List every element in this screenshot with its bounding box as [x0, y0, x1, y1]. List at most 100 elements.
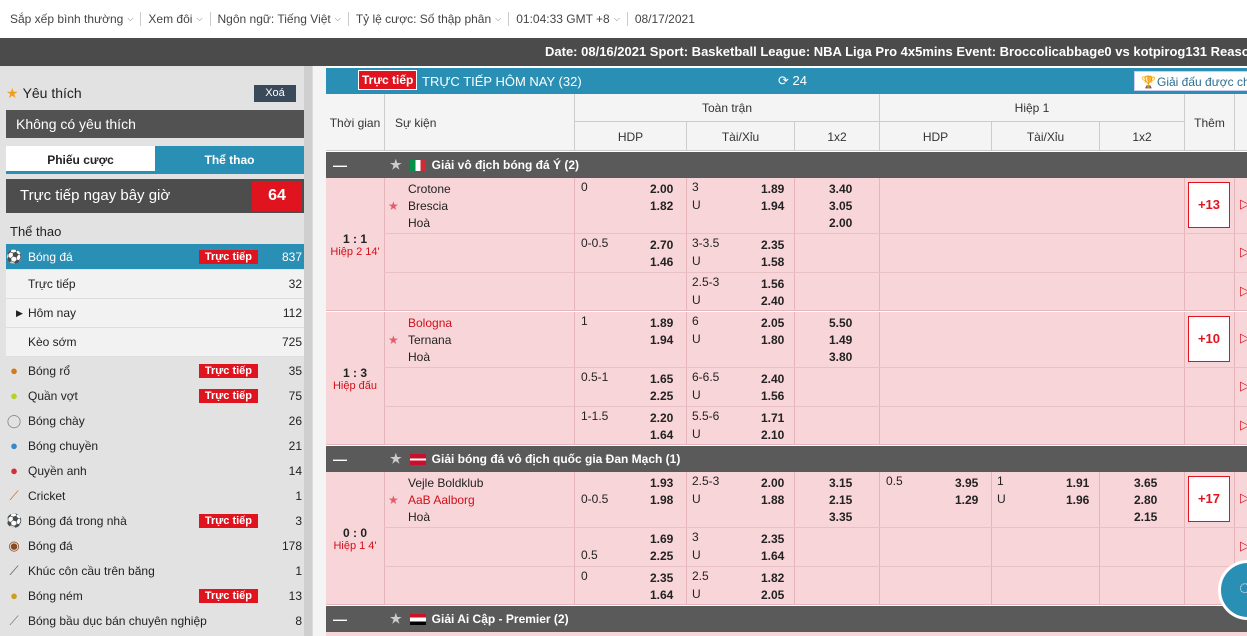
star-icon[interactable]: ★: [390, 611, 402, 627]
odds-cell[interactable]: 2.35: [650, 571, 673, 585]
odds-cell[interactable]: 2.35: [761, 238, 784, 252]
sidebar-item-rugby[interactable]: ⟋ Bóng bầu dục bán chuyên nghiệp 8: [6, 608, 304, 633]
odds-cell[interactable]: 2.15: [1134, 510, 1157, 524]
play-icon[interactable]: ▷: [1240, 244, 1247, 260]
more-markets-button[interactable]: +17: [1188, 476, 1230, 522]
odds-cell[interactable]: 1.80: [761, 333, 784, 347]
time-dropdown[interactable]: 01:04:33 GMT +8 ⌵: [509, 12, 628, 26]
odds-cell[interactable]: 3.15: [829, 476, 852, 490]
play-icon[interactable]: ▷: [1240, 417, 1247, 433]
sidebar-scrollbar[interactable]: [304, 66, 312, 636]
odds-cell[interactable]: 2.20: [650, 411, 673, 425]
collapse-icon[interactable]: —: [326, 451, 354, 467]
play-icon[interactable]: ▷: [1240, 490, 1247, 506]
odds-cell[interactable]: 1.94: [650, 333, 673, 347]
sidebar-item-futsal[interactable]: ⚽ Bóng đá trong nhà Trực tiếp 3: [6, 508, 304, 533]
play-icon[interactable]: ▷: [1240, 196, 1247, 212]
odds-cell[interactable]: 3.35: [829, 510, 852, 524]
sidebar-item-tennis[interactable]: ● Quần vợt Trực tiếp 75: [6, 383, 304, 408]
odds-cell[interactable]: 1.93: [650, 476, 673, 490]
odds-cell[interactable]: 3.80: [829, 350, 852, 364]
odds-cell[interactable]: 2.35: [761, 532, 784, 546]
sort-dropdown[interactable]: Sắp xếp bình thường ⌵: [10, 12, 142, 26]
odds-cell[interactable]: 2.25: [650, 549, 673, 563]
sidebar-item-volleyball[interactable]: ● Bóng chuyền 21: [6, 433, 304, 458]
odds-cell[interactable]: 2.05: [761, 588, 784, 602]
league-header[interactable]: — ★ Giải Ai Cập - Premier (2): [326, 606, 1247, 632]
odds-cell[interactable]: 1.46: [650, 255, 673, 269]
odds-cell[interactable]: 1.91: [1066, 476, 1089, 490]
play-icon[interactable]: ▷: [1240, 538, 1247, 554]
odds-cell[interactable]: 1.96: [1066, 493, 1089, 507]
star-icon[interactable]: ★: [390, 451, 402, 467]
odds-cell[interactable]: 2.05: [761, 316, 784, 330]
odds-cell[interactable]: 1.82: [650, 199, 673, 213]
away-team[interactable]: Brescia: [408, 199, 448, 213]
sidebar-subitem-live[interactable]: Trực tiếp 32: [6, 270, 304, 299]
league-header[interactable]: — ★ Giải bóng đá vô địch quốc gia Đan Mạ…: [326, 446, 1247, 472]
odds-cell[interactable]: 1.98: [650, 493, 673, 507]
odds-cell[interactable]: 3.05: [829, 199, 852, 213]
odds-cell[interactable]: 1.65: [650, 372, 673, 386]
sidebar-item-boxing[interactable]: ● Quyền anh 14: [6, 458, 304, 483]
sidebar-subitem-early[interactable]: Kèo sớm 725: [6, 328, 304, 357]
favorite-star-icon[interactable]: ★: [388, 199, 399, 213]
sidebar-item-american-football[interactable]: ◉ Bóng đá 178: [6, 533, 304, 558]
home-team[interactable]: Vejle Boldklub: [408, 476, 483, 490]
odds-cell[interactable]: 1.88: [761, 493, 784, 507]
sidebar-item-handball[interactable]: ● Bóng ném Trực tiếp 13: [6, 583, 304, 608]
view-dropdown[interactable]: Xem đôi ⌵: [141, 12, 211, 26]
home-team[interactable]: Bologna: [408, 316, 452, 330]
odds-cell[interactable]: 1.49: [829, 333, 852, 347]
odds-cell[interactable]: 1.29: [955, 493, 978, 507]
odds-cell[interactable]: 1.58: [761, 255, 784, 269]
odds-cell[interactable]: 2.70: [650, 238, 673, 252]
odds-cell[interactable]: 1.64: [650, 588, 673, 602]
odds-cell[interactable]: 2.00: [650, 182, 673, 196]
refresh-button[interactable]: ⟳ 24: [778, 73, 807, 89]
collapse-icon[interactable]: —: [326, 611, 354, 627]
clear-favorites-button[interactable]: Xoá: [254, 85, 296, 102]
odds-cell[interactable]: 3.65: [1134, 476, 1157, 490]
live-now-button[interactable]: Trực tiếp ngay bây giờ 64: [6, 179, 304, 213]
odds-cell[interactable]: 1.89: [650, 316, 673, 330]
sidebar-item-ice-hockey[interactable]: ⟋ Khúc côn cầu trên băng 1: [6, 558, 304, 583]
odds-cell[interactable]: 3.40: [829, 182, 852, 196]
away-team[interactable]: Ternana: [408, 333, 451, 347]
play-icon[interactable]: ▷: [1240, 283, 1247, 299]
play-icon[interactable]: ▷: [1240, 330, 1247, 346]
more-markets-button[interactable]: +10: [1188, 316, 1230, 362]
odds-cell[interactable]: 2.40: [761, 294, 784, 308]
odds-cell[interactable]: 2.25: [650, 389, 673, 403]
sidebar-item-baseball[interactable]: ◯ Bóng chày 26: [6, 408, 304, 433]
odds-cell[interactable]: 1.56: [761, 389, 784, 403]
sidebar-item-basketball[interactable]: ● Bóng rổ Trực tiếp 35: [6, 358, 304, 383]
more-markets-button[interactable]: +13: [1188, 182, 1230, 228]
odds-cell[interactable]: 2.80: [1134, 493, 1157, 507]
sidebar-subitem-today[interactable]: ▶ Hôm nay 112: [6, 299, 304, 328]
odds-cell[interactable]: 1.69: [650, 532, 673, 546]
odds-cell[interactable]: 2.00: [829, 216, 852, 230]
play-icon[interactable]: ▷: [1240, 378, 1247, 394]
favorite-star-icon[interactable]: ★: [388, 493, 399, 507]
collapse-icon[interactable]: —: [326, 157, 354, 173]
tab-sports[interactable]: Thể thao: [155, 146, 304, 174]
selected-leagues-button[interactable]: 🏆 Giải đấu được chọ: [1134, 71, 1247, 91]
odds-cell[interactable]: 2.40: [761, 372, 784, 386]
sidebar-item-soccer[interactable]: ⚽ Bóng đá Trực tiếp 837: [6, 244, 304, 269]
odds-cell[interactable]: 1.56: [761, 277, 784, 291]
language-dropdown[interactable]: Ngôn ngữ: Tiếng Việt ⌵: [211, 12, 349, 26]
away-team[interactable]: AaB Aalborg: [408, 493, 475, 507]
odds-cell[interactable]: 1.64: [650, 428, 673, 442]
sidebar-item-cricket[interactable]: ⟋ Cricket 1: [6, 483, 304, 508]
star-icon[interactable]: ★: [390, 157, 402, 173]
odds-cell[interactable]: 1.94: [761, 199, 784, 213]
home-team[interactable]: Crotone: [408, 182, 451, 196]
odds-cell[interactable]: 2.15: [829, 493, 852, 507]
odds-cell[interactable]: 5.50: [829, 316, 852, 330]
odds-cell[interactable]: 2.00: [761, 476, 784, 490]
tab-bet-slip[interactable]: Phiếu cược: [6, 146, 155, 174]
odds-cell[interactable]: 3.95: [955, 476, 978, 490]
odds-cell[interactable]: 2.10: [761, 428, 784, 442]
odds-cell[interactable]: 1.82: [761, 571, 784, 585]
